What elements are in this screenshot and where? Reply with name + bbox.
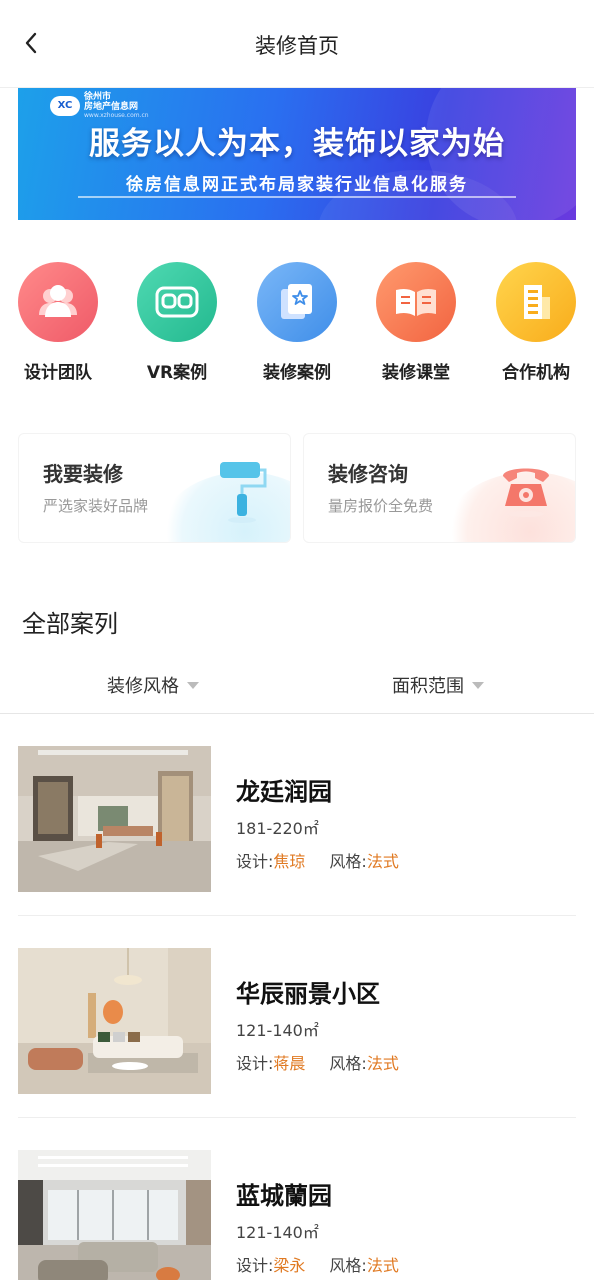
service-cards: 我要装修 严选家装好品牌 装修咨询 量房报价全免费 (18, 433, 576, 543)
telephone-icon (503, 468, 549, 517)
case-area: 121-140㎡ (236, 1223, 319, 1242)
designer-label: 设计: (236, 852, 274, 871)
case-list-item[interactable]: 华辰丽景小区 121-140㎡ 设计:蒋晨 风格:法式 (18, 916, 576, 1118)
filter-bar: 装修风格 面积范围 (0, 660, 594, 714)
designer-label: 设计: (236, 1256, 274, 1275)
category-label: VR案例 (146, 363, 208, 383)
case-thumbnail[interactable] (18, 746, 211, 892)
category-design-team[interactable]: 设计团队 (8, 262, 108, 383)
designer-label: 设计: (236, 1054, 274, 1073)
house-logo-icon: XC (50, 95, 80, 116)
style-value: 法式 (366, 852, 399, 871)
card-subtitle: 量房报价全免费 (328, 497, 434, 515)
case-meta: 设计:梁永 风格:法式 (236, 1252, 399, 1276)
promo-banner[interactable]: XC 徐州市 房地产信息网 www.xzhouse.com.cn 服务以人为本，… (18, 88, 576, 220)
caret-down-icon (472, 681, 484, 689)
category-grid: 设计团队 VR案例 装修案例 装修课堂 合作机构 (0, 262, 594, 383)
case-list: 龙廷润园 181-220㎡ 设计:焦琼 风格:法式 华辰丽景小区 121-140… (18, 714, 576, 1280)
category-label: 设计团队 (24, 363, 92, 383)
style-label: 风格: (329, 1054, 367, 1073)
case-list-item[interactable]: 蓝城蘭园 121-140㎡ 设计:梁永 风格:法式 (18, 1118, 576, 1280)
style-label: 风格: (329, 1256, 367, 1275)
vr-goggles-icon (137, 262, 217, 342)
caret-down-icon (187, 681, 199, 689)
logo-name: 房地产信息网 (84, 102, 139, 112)
open-book-icon (376, 262, 456, 342)
case-meta: 设计:蒋晨 风格:法式 (236, 1050, 399, 1074)
building-icon (496, 262, 576, 342)
top-bar: 装修首页 (0, 0, 594, 88)
banner-divider (78, 196, 516, 198)
case-name: 华辰丽景小区 (236, 980, 380, 1008)
category-cases[interactable]: 装修案例 (247, 262, 347, 383)
case-area: 181-220㎡ (236, 819, 319, 838)
category-label: 装修课堂 (382, 363, 450, 383)
designer-name: 焦琼 (273, 852, 306, 871)
filter-label: 装修风格 (107, 676, 179, 697)
card-subtitle: 严选家装好品牌 (43, 497, 149, 515)
consult-card[interactable]: 装修咨询 量房报价全免费 (303, 433, 576, 543)
filter-label: 面积范围 (392, 676, 464, 697)
card-title: 装修咨询 (328, 462, 408, 486)
style-value: 法式 (366, 1054, 399, 1073)
style-label: 风格: (329, 852, 367, 871)
page-title: 装修首页 (255, 34, 339, 58)
card-title: 我要装修 (43, 462, 123, 486)
style-value: 法式 (366, 1256, 399, 1275)
case-name: 龙廷润园 (236, 778, 332, 806)
paint-roller-icon (220, 462, 267, 523)
case-thumbnail[interactable] (18, 1150, 211, 1280)
category-label: 合作机构 (502, 363, 570, 383)
case-meta: 设计:焦琼 风格:法式 (236, 848, 399, 872)
designer-name: 蒋晨 (273, 1054, 306, 1073)
banner-subtitle: 徐房信息网正式布局家装行业信息化服务 (126, 175, 468, 195)
category-vr-cases[interactable]: VR案例 (127, 262, 227, 383)
category-class[interactable]: 装修课堂 (366, 262, 466, 383)
designer-name: 梁永 (273, 1256, 306, 1275)
case-thumbnail[interactable] (18, 948, 211, 1094)
case-cards-icon (257, 262, 337, 342)
category-partners[interactable]: 合作机构 (486, 262, 586, 383)
banner-logo: XC 徐州市 房地产信息网 www.xzhouse.com.cn (50, 92, 149, 119)
section-title: 全部案列 (22, 610, 118, 638)
case-list-item[interactable]: 龙廷润园 181-220㎡ 设计:焦琼 风格:法式 (18, 714, 576, 916)
team-icon (18, 262, 98, 342)
case-name: 蓝城蘭园 (236, 1182, 332, 1210)
area-filter-dropdown[interactable]: 面积范围 (392, 672, 484, 698)
banner-slogan: 服务以人为本，装饰以家为始 (89, 126, 505, 162)
case-area: 121-140㎡ (236, 1021, 319, 1040)
logo-city: 徐州市 (84, 92, 112, 102)
renovate-card[interactable]: 我要装修 严选家装好品牌 (18, 433, 291, 543)
style-filter-dropdown[interactable]: 装修风格 (107, 672, 199, 698)
category-label: 装修案例 (263, 363, 331, 383)
